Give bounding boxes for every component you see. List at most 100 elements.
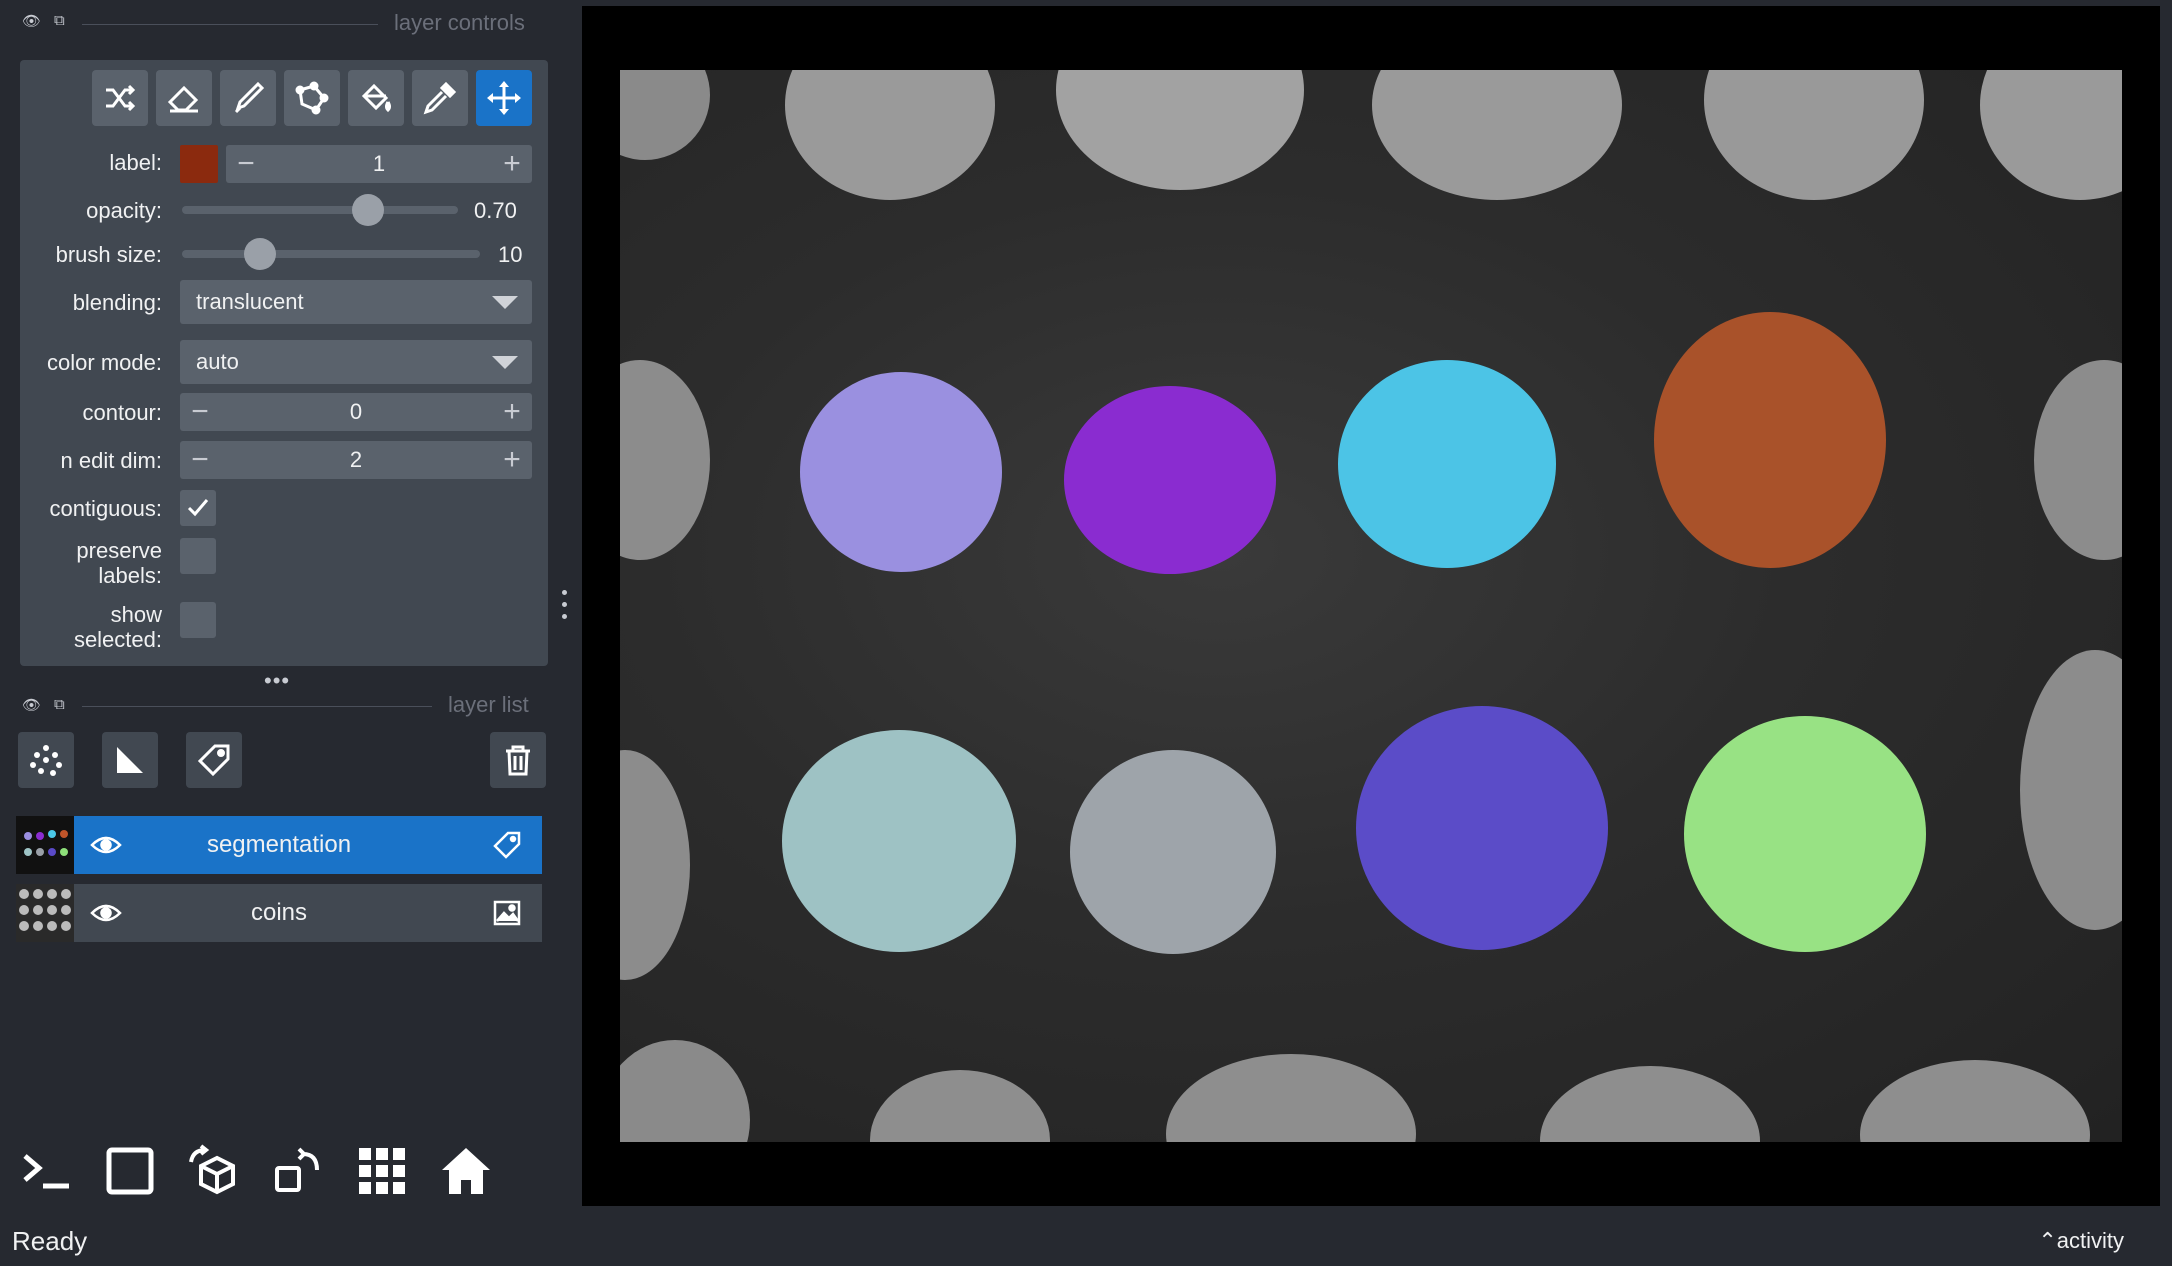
ndisplay-button[interactable] [100, 1142, 160, 1200]
coins-image[interactable] [620, 70, 2122, 1142]
layer-row-segmentation[interactable]: segmentation [16, 816, 542, 874]
home-icon [442, 1148, 490, 1194]
show-selected-label: show selected: [74, 602, 162, 652]
new-points-layer-button[interactable] [18, 732, 74, 788]
preserve-labels-line2: labels: [98, 563, 162, 588]
blending-value: translucent [196, 289, 304, 314]
coin [1372, 70, 1622, 200]
roll-dims-icon [189, 1144, 235, 1195]
labeled-coin [1356, 706, 1608, 950]
coin [1166, 1054, 1416, 1142]
polygon-icon [295, 81, 329, 115]
contour-label: contour: [82, 400, 163, 425]
dock-splitter-handle[interactable] [562, 590, 568, 619]
grid-button[interactable] [352, 1142, 412, 1200]
roll-dims-button[interactable] [184, 1142, 244, 1200]
decrement-icon[interactable]: − [226, 145, 266, 183]
shuffle-icon [106, 84, 136, 112]
float-panel-icon[interactable]: ⧉ [54, 12, 65, 29]
increment-icon[interactable]: + [492, 441, 532, 479]
coin [620, 1040, 750, 1142]
visibility-toggle-icon[interactable]: 👁 [22, 696, 41, 714]
layer-thumbnail [16, 884, 74, 942]
brush-size-slider-handle[interactable] [244, 238, 276, 270]
color-mode-label: color mode: [47, 350, 162, 375]
coin [1860, 1060, 2090, 1142]
color-mode-dropdown[interactable]: auto [180, 340, 532, 384]
coin [2034, 360, 2122, 560]
activity-button[interactable]: ⌃activity [2038, 1228, 2124, 1254]
paint-button[interactable] [220, 70, 276, 126]
float-panel-icon[interactable]: ⧉ [54, 696, 65, 713]
opacity-slider[interactable] [182, 206, 458, 214]
coin [870, 1070, 1050, 1142]
labeled-coin [1654, 312, 1886, 568]
erase-button[interactable] [156, 70, 212, 126]
n-edit-dim-label: n edit dim: [60, 448, 163, 473]
layer-row-coins[interactable]: coins [16, 884, 542, 942]
n-edit-dim-value: 2 [349, 447, 363, 472]
coin [1980, 70, 2122, 200]
coin [785, 70, 995, 200]
console-button[interactable] [16, 1142, 76, 1200]
layer-name[interactable]: coins [74, 884, 484, 942]
brush-size-value: 10 [498, 242, 523, 267]
delete-icon [506, 745, 530, 776]
transpose-button[interactable] [268, 1142, 328, 1200]
n-edit-dim-spinbox[interactable]: − 2 + [180, 441, 532, 479]
preserve-labels-checkbox[interactable] [180, 538, 216, 574]
decrement-icon[interactable]: − [180, 441, 220, 479]
coin [620, 360, 710, 560]
coin [1704, 70, 1924, 200]
image-icon [493, 900, 521, 926]
label-value: 1 [372, 151, 386, 176]
fill-button[interactable] [348, 70, 404, 126]
pan-zoom-icon [487, 81, 521, 115]
show-selected-checkbox[interactable] [180, 602, 216, 638]
increment-icon[interactable]: + [492, 145, 532, 183]
blending-label: blending: [72, 290, 162, 315]
new-shapes-layer-button[interactable] [102, 732, 158, 788]
labeled-coin [800, 372, 1002, 572]
decrement-icon[interactable]: − [180, 393, 220, 431]
labeled-coin [1064, 386, 1276, 574]
delete-layer-button[interactable] [490, 732, 546, 788]
contour-spinbox[interactable]: − 0 + [180, 393, 532, 431]
shuffle-colors-button[interactable] [92, 70, 148, 126]
new-labels-layer-button[interactable] [186, 732, 242, 788]
coin [1056, 70, 1304, 190]
label-spinbox[interactable]: − 1 + [226, 145, 532, 183]
layer-list-title: layer list [448, 692, 529, 717]
points-icon [30, 745, 62, 776]
chevron-down-icon [492, 356, 518, 369]
opacity-slider-handle[interactable] [352, 194, 384, 226]
blending-dropdown[interactable]: translucent [180, 280, 532, 324]
opacity-label: opacity: [86, 198, 162, 223]
layer-name[interactable]: segmentation [74, 816, 484, 874]
contiguous-label: contiguous: [49, 496, 162, 521]
label-color-swatch[interactable] [180, 145, 218, 183]
color-mode-value: auto [196, 349, 239, 374]
contiguous-checkbox[interactable] [180, 490, 216, 526]
status-text: Ready [12, 1226, 88, 1256]
layer-controls-title: layer controls [394, 10, 525, 35]
home-button[interactable] [436, 1142, 496, 1200]
labels-icon [197, 744, 230, 777]
chevron-down-icon [492, 296, 518, 309]
coin [1540, 1066, 1760, 1142]
labeled-coin [782, 730, 1016, 952]
color-picker-icon [423, 81, 457, 115]
coin [620, 70, 710, 160]
grid-icon [359, 1148, 405, 1194]
visibility-toggle-icon[interactable]: 👁 [22, 12, 41, 30]
panel-splitter-handle[interactable]: ••• [264, 668, 290, 694]
pan-zoom-button[interactable] [476, 70, 532, 126]
polygon-button[interactable] [284, 70, 340, 126]
paintbrush-icon [234, 81, 265, 114]
pick-button[interactable] [412, 70, 468, 126]
brush-size-slider[interactable] [182, 250, 480, 258]
checkmark-icon [187, 499, 209, 517]
fill-bucket-icon [361, 83, 391, 113]
increment-icon[interactable]: + [492, 393, 532, 431]
show-selected-line2: selected: [73, 627, 162, 652]
